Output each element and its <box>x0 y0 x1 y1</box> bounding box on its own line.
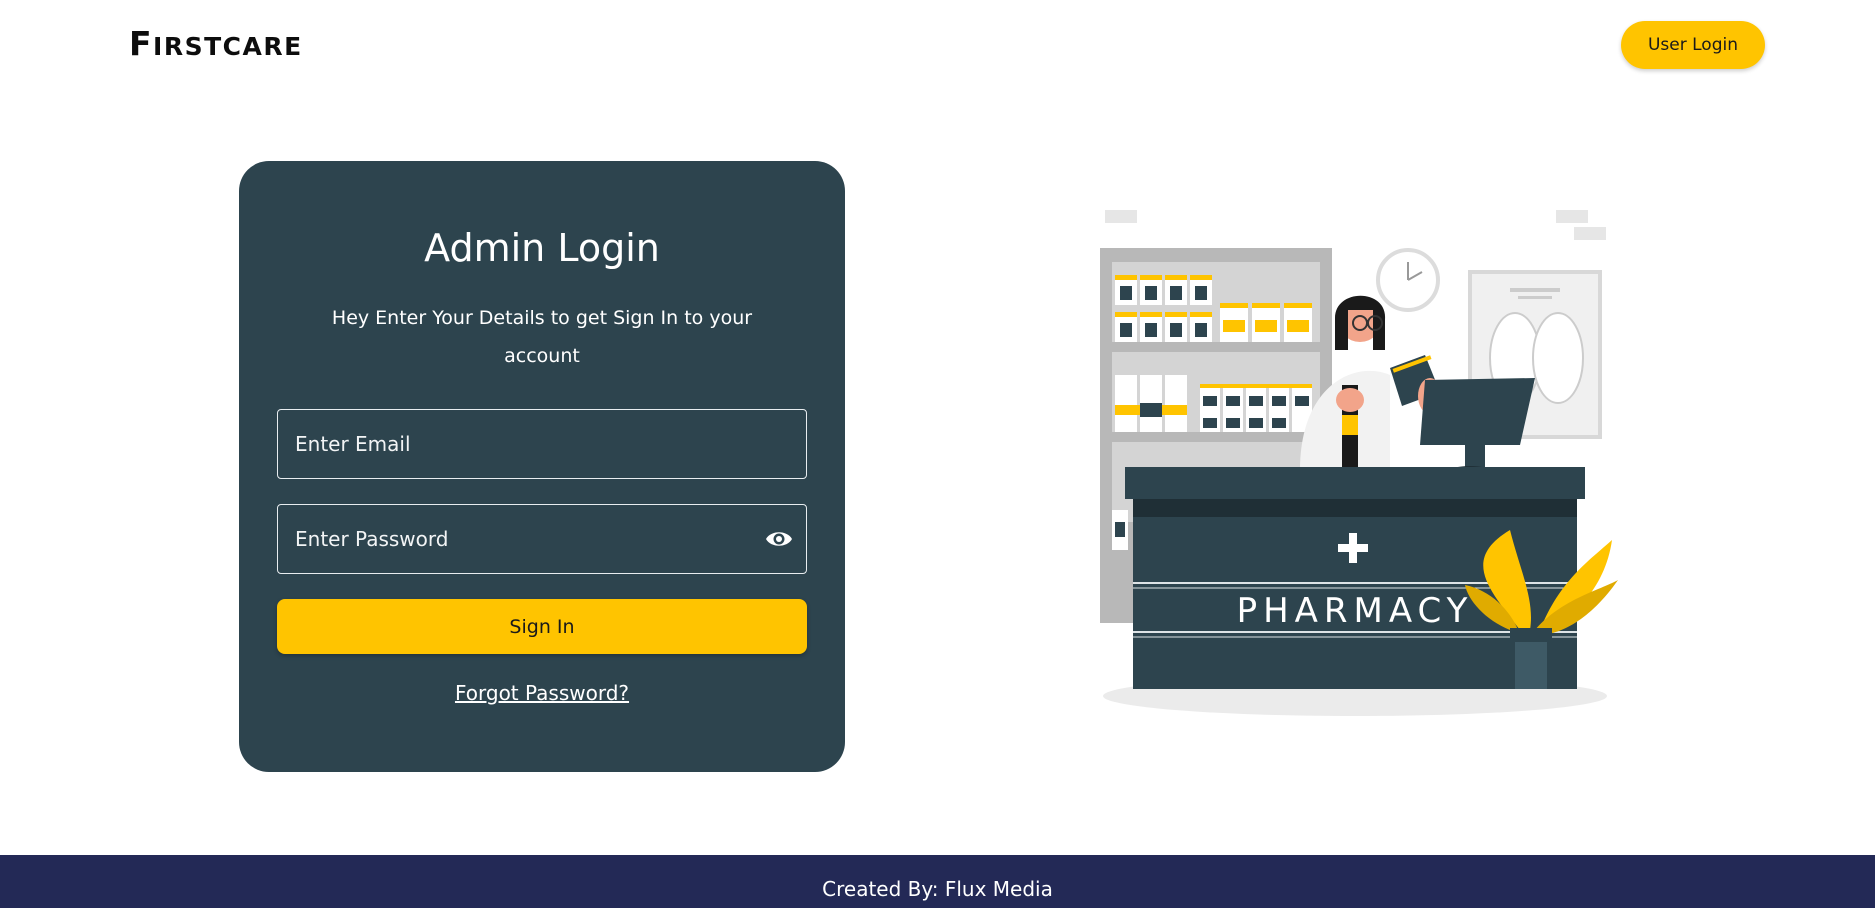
password-field[interactable]: Enter Password <box>277 504 807 574</box>
footer: Created By: Flux Media <box>0 855 1875 908</box>
pharmacist-illustration: PHARMACY <box>1100 210 1618 716</box>
sign-in-button[interactable]: Sign In <box>277 599 807 654</box>
forgot-password-link[interactable]: Forgot Password? <box>239 681 845 705</box>
password-placeholder: Enter Password <box>295 527 449 551</box>
email-field[interactable]: Enter Email <box>277 409 807 479</box>
footer-credit: Created By: Flux Media <box>822 877 1053 901</box>
logo-first-letter: F <box>129 24 154 63</box>
eye-icon[interactable] <box>764 527 794 551</box>
header: FIRSTCARE User Login <box>0 0 1875 90</box>
admin-login-card: Admin Login Hey Enter Your Details to ge… <box>239 161 845 772</box>
user-login-button[interactable]: User Login <box>1621 21 1765 69</box>
pharmacy-sign: PHARMACY <box>1237 591 1474 631</box>
logo-rest: IRSTCARE <box>153 32 303 61</box>
login-title: Admin Login <box>424 226 660 270</box>
email-placeholder: Enter Email <box>295 432 411 456</box>
logo[interactable]: FIRSTCARE <box>129 24 303 63</box>
login-subtitle: Hey Enter Your Details to get Sign In to… <box>331 307 753 367</box>
